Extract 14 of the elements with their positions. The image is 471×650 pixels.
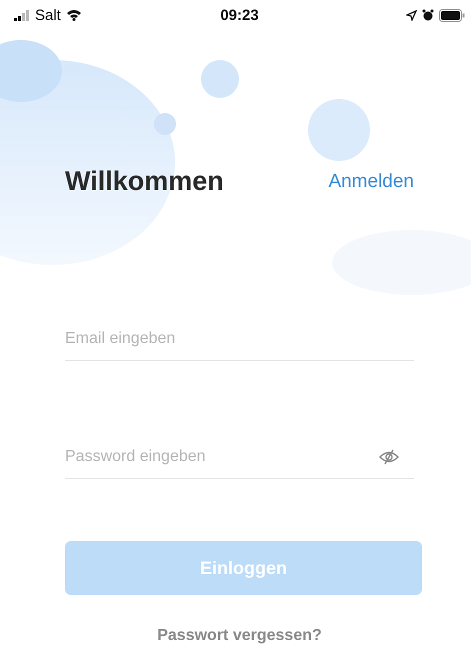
signal-icon (14, 10, 30, 20)
forgot-password-link[interactable]: Passwort vergessen? (157, 627, 322, 645)
battery-icon (439, 8, 465, 22)
status-time: 09:23 (220, 6, 259, 24)
alarm-clock-icon (422, 9, 434, 21)
email-field[interactable]: Email eingeben (65, 330, 414, 348)
carrier-name: Salt (35, 6, 61, 24)
wifi-icon (66, 9, 82, 21)
location-arrow-icon (406, 10, 417, 20)
hidden-eye-icon[interactable] (378, 448, 400, 466)
bubble-decoration (201, 60, 239, 98)
register-link[interactable]: Anmelden (328, 170, 414, 192)
welcome-title: Willkommen (65, 166, 224, 197)
password-field[interactable]: Password eingeben (65, 448, 378, 466)
